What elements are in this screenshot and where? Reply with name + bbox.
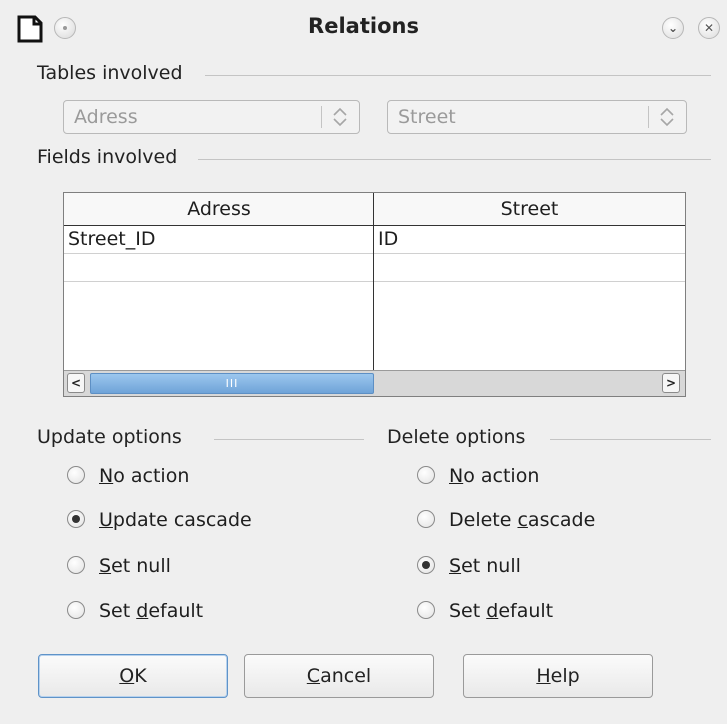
column-header-right[interactable]: Street — [374, 193, 685, 226]
help-button[interactable]: Help — [463, 654, 653, 698]
fields-table[interactable]: Adress Street Street_ID ID < III > — [63, 192, 686, 397]
fields-involved-header: Fields involved — [37, 146, 178, 168]
delete-set-null-radio[interactable]: Set null — [417, 554, 521, 578]
radio-button[interactable] — [67, 600, 85, 619]
close-icon[interactable]: ✕ — [698, 17, 720, 39]
update-no-action-radio[interactable]: No action — [67, 464, 189, 488]
radio-button[interactable] — [67, 465, 85, 484]
horizontal-scrollbar[interactable]: < III > — [64, 370, 685, 396]
update-options-divider — [214, 439, 364, 440]
radio-button[interactable] — [417, 465, 435, 484]
radio-button-selected[interactable] — [67, 509, 85, 528]
tables-involved-header: Tables involved — [37, 62, 183, 84]
right-table-value: Street — [398, 106, 456, 128]
table-cell[interactable]: Street_ID — [64, 226, 373, 254]
delete-cascade-radio[interactable]: Delete cascade — [417, 508, 595, 532]
update-set-default-radio[interactable]: Set default — [67, 599, 203, 623]
chevron-left-icon[interactable]: < — [67, 373, 85, 393]
scroll-thumb[interactable]: III — [90, 373, 374, 394]
delete-options-divider — [550, 439, 711, 440]
radio-button[interactable] — [67, 555, 85, 574]
delete-set-default-radio[interactable]: Set default — [417, 599, 553, 623]
update-cascade-radio[interactable]: Update cascade — [67, 508, 252, 532]
left-table-select[interactable]: Adress — [63, 100, 360, 134]
update-options-header: Update options — [37, 426, 182, 448]
left-table-value: Adress — [74, 106, 138, 128]
window-title: Relations — [308, 14, 419, 38]
delete-options-header: Delete options — [387, 426, 526, 448]
tables-involved-divider — [205, 75, 711, 76]
delete-no-action-radio[interactable]: No action — [417, 464, 539, 488]
update-set-null-radio[interactable]: Set null — [67, 554, 171, 578]
chevron-down-icon[interactable]: ⌄ — [662, 17, 684, 39]
ok-button[interactable]: OK — [38, 654, 228, 698]
radio-button[interactable] — [417, 509, 435, 528]
radio-button[interactable] — [417, 600, 435, 619]
table-cell[interactable] — [64, 254, 373, 282]
chevron-right-icon[interactable]: > — [662, 373, 680, 393]
spin-icon — [660, 107, 674, 127]
table-cell[interactable] — [374, 254, 685, 282]
radio-button-selected[interactable] — [417, 555, 435, 574]
column-header-left[interactable]: Adress — [64, 193, 374, 226]
table-cell[interactable]: ID — [374, 226, 685, 254]
scroll-thumb-grip: III — [225, 377, 239, 390]
right-table-select[interactable]: Street — [387, 100, 687, 134]
cancel-button[interactable]: Cancel — [244, 654, 434, 698]
fields-involved-divider — [198, 159, 711, 160]
spin-icon — [333, 107, 347, 127]
